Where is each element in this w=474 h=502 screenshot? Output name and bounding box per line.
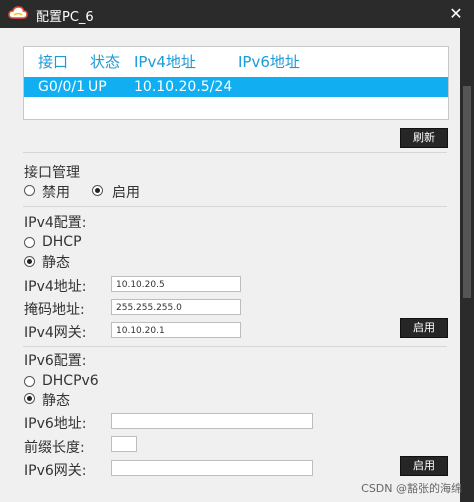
- title-bar: 配置PC_6 ✕: [0, 0, 474, 28]
- disable-radio[interactable]: [24, 185, 35, 196]
- prefix-length-label: 前缀长度:: [24, 440, 85, 456]
- scrollbar[interactable]: [460, 28, 474, 502]
- ipv6-static-label: 静态: [42, 393, 70, 409]
- ipv6-dhcp-label: DHCPv6: [42, 373, 99, 389]
- column-header-status: 状态: [90, 53, 121, 71]
- ipv4-apply-button[interactable]: 启用: [400, 318, 448, 338]
- disable-label: 禁用: [42, 185, 70, 201]
- mask-input[interactable]: 255.255.255.0: [111, 299, 241, 315]
- cell-port: G0/0/1: [38, 79, 86, 95]
- ipv4-static-label: 静态: [42, 255, 70, 271]
- ipv6-gateway-label: IPv6网关:: [24, 463, 87, 479]
- ipv6-address-input[interactable]: [111, 413, 313, 429]
- column-header-port: 接口: [38, 53, 69, 71]
- ipv6-gateway-input[interactable]: [111, 460, 313, 476]
- table-row[interactable]: G0/0/1 UP 10.10.20.5/24: [24, 77, 448, 97]
- prefix-length-input[interactable]: [111, 436, 137, 452]
- enable-radio[interactable]: [92, 185, 103, 196]
- enable-label: 启用: [112, 185, 140, 201]
- ipv4-address-label: IPv4地址:: [24, 279, 87, 295]
- window-title: 配置PC_6: [36, 10, 94, 25]
- ipv4-dhcp-label: DHCP: [42, 234, 82, 250]
- ipv4-gateway-input[interactable]: 10.10.20.1: [111, 322, 241, 338]
- column-header-ipv4: IPv4地址: [134, 53, 196, 71]
- ipv6-apply-button[interactable]: 启用: [400, 456, 448, 476]
- ipv6-dhcp-radio[interactable]: [24, 376, 35, 387]
- cell-ipv4: 10.10.20.5/24: [134, 79, 233, 95]
- cloud-icon: [8, 6, 28, 19]
- ipv6-config-title: IPv6配置:: [24, 353, 87, 369]
- ipv6-address-label: IPv6地址:: [24, 416, 87, 432]
- divider: [23, 152, 447, 153]
- ipv4-dhcp-radio[interactable]: [24, 237, 35, 248]
- refresh-button[interactable]: 刷新: [400, 128, 448, 148]
- divider: [23, 346, 447, 347]
- scrollbar-thumb[interactable]: [463, 86, 471, 298]
- ipv6-static-radio[interactable]: [24, 393, 35, 404]
- iface-mgmt-title: 接口管理: [24, 165, 80, 181]
- divider: [23, 206, 447, 207]
- close-icon[interactable]: ✕: [446, 4, 466, 24]
- ipv4-config-title: IPv4配置:: [24, 215, 87, 231]
- interface-table: 接口 状态 IPv4地址 IPv6地址 G0/0/1 UP 10.10.20.5…: [23, 46, 449, 120]
- watermark: CSDN @豁张的海绵: [361, 482, 462, 495]
- cell-status: UP: [88, 79, 107, 95]
- ipv4-static-radio[interactable]: [24, 256, 35, 267]
- mask-label: 掩码地址:: [24, 302, 85, 318]
- ipv4-address-input[interactable]: 10.10.20.5: [111, 276, 241, 292]
- ipv4-gateway-label: IPv4网关:: [24, 325, 87, 341]
- column-header-ipv6: IPv6地址: [238, 53, 300, 71]
- table-header: 接口 状态 IPv4地址 IPv6地址: [24, 47, 448, 71]
